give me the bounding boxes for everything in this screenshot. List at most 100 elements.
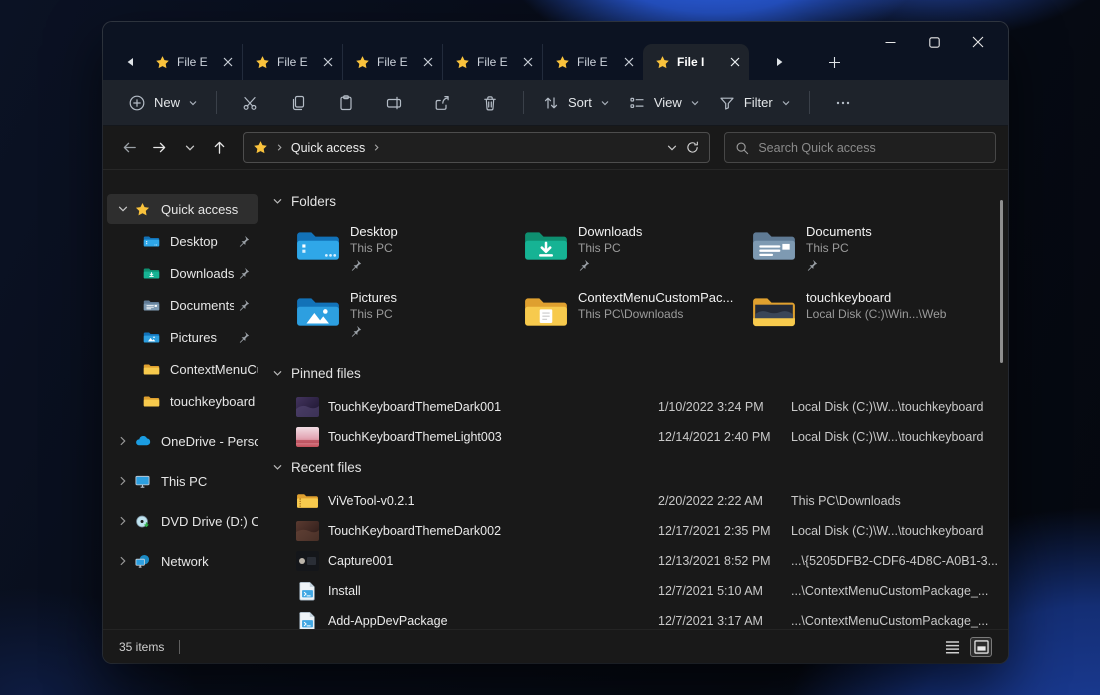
section-title: Folders (291, 194, 336, 209)
tab-close-button[interactable] (319, 54, 336, 71)
tab-close-button[interactable] (519, 54, 536, 71)
file-location: ...\ContextMenuCustomPackage_... (791, 584, 1008, 598)
new-tab-button[interactable] (817, 44, 851, 80)
file-row-install[interactable]: Install 12/7/2021 5:10 AM ...\ContextMen… (272, 576, 1008, 606)
sidebar-item-label: Quick access (161, 202, 258, 217)
tab-strip-spacer (749, 44, 767, 80)
tile-name: Desktop (350, 224, 398, 239)
minimize-icon (885, 37, 896, 48)
recent-locations-button[interactable] (175, 133, 205, 163)
tile-name: touchkeyboard (806, 290, 946, 305)
folder-tile-desktop[interactable]: Desktop This PC (295, 224, 523, 286)
window-controls (868, 27, 1000, 57)
folder-tile-documents[interactable]: Documents This PC (751, 224, 979, 286)
sidebar-item-contextmenucust[interactable]: ContextMenuCust (107, 354, 258, 384)
folder-tile-contextmenucustompackage[interactable]: ContextMenuCustomPac... This PC\Download… (523, 290, 751, 352)
tab-close-button[interactable] (219, 54, 236, 71)
file-location: Local Disk (C:)\W...\touchkeyboard (791, 430, 1008, 444)
navigation-bar: Quick access (103, 126, 1008, 170)
powershell-script-icon (296, 581, 319, 601)
tab-scroll-right-button[interactable] (767, 44, 793, 80)
tile-location: This PC\Downloads (578, 307, 733, 321)
tab-close-button[interactable] (620, 54, 637, 71)
vertical-scrollbar[interactable] (1000, 200, 1003, 363)
powershell-script-icon (296, 611, 319, 629)
breadcrumb-quick-access[interactable]: Quick access (291, 141, 365, 155)
sidebar-item-label: Network (161, 554, 258, 569)
documents-folder-icon (751, 227, 797, 265)
tab-file-explorer-5[interactable]: File E (543, 44, 643, 80)
delete-button[interactable] (466, 87, 514, 119)
section-header-pinned-files[interactable]: Pinned files (272, 362, 1008, 384)
tab-file-explorer-1[interactable]: File E (143, 44, 243, 80)
network-icon (134, 554, 151, 569)
large-icons-view-button[interactable] (970, 637, 992, 657)
file-row-add-appdevpackage[interactable]: Add-AppDevPackage 12/7/2021 3:17 AM ...\… (272, 606, 1008, 629)
file-name: TouchKeyboardThemeLight003 (328, 430, 658, 444)
up-button[interactable] (205, 133, 235, 163)
chevron-right-icon (116, 474, 130, 488)
folder-tile-downloads[interactable]: Downloads This PC (523, 224, 751, 286)
folder-tile-touchkeyboard[interactable]: touchkeyboard Local Disk (C:)\Win...\Web (751, 290, 979, 352)
file-row-vivetool[interactable]: ViVeTool-v0.2.1 2/20/2022 2:22 AM This P… (272, 486, 1008, 516)
section-header-recent-files[interactable]: Recent files (272, 456, 1008, 478)
paste-button[interactable] (322, 87, 370, 119)
maximize-button[interactable] (912, 27, 956, 57)
filter-button[interactable]: Filter (709, 87, 800, 119)
search-input[interactable] (758, 141, 985, 155)
file-row-capture001[interactable]: Capture001 12/13/2021 8:52 PM ...\{5205D… (272, 546, 1008, 576)
refresh-icon[interactable] (685, 140, 700, 155)
sidebar-item-touchkeyboard[interactable]: touchkeyboard (107, 386, 258, 416)
details-view-button[interactable] (941, 637, 963, 657)
folder-tile-pictures[interactable]: Pictures This PC (295, 290, 523, 352)
see-more-button[interactable] (819, 87, 867, 119)
new-button[interactable]: New (119, 87, 207, 119)
tab-file-explorer-4[interactable]: File E (443, 44, 543, 80)
file-location: Local Disk (C:)\W...\touchkeyboard (791, 524, 1008, 538)
sidebar-item-dvd-drive[interactable]: DVD Drive (D:) CCCO (107, 506, 258, 536)
star-icon (253, 140, 268, 155)
paste-icon (337, 94, 355, 112)
search-box[interactable] (724, 132, 996, 163)
tab-close-button[interactable] (726, 54, 743, 71)
tab-scroll-left-button[interactable] (117, 44, 143, 80)
minimize-button[interactable] (868, 27, 912, 57)
tab-file-explorer-3[interactable]: File E (343, 44, 443, 80)
desktop-folder-icon (295, 227, 341, 265)
share-button[interactable] (418, 87, 466, 119)
sidebar-item-pictures[interactable]: Pictures (107, 322, 258, 352)
rename-button[interactable] (370, 87, 418, 119)
status-divider (179, 640, 180, 654)
share-icon (433, 94, 451, 112)
close-icon (523, 57, 533, 67)
cut-button[interactable] (226, 87, 274, 119)
tab-file-explorer-active[interactable]: File I (643, 44, 749, 80)
forward-button[interactable] (145, 133, 175, 163)
tab-close-button[interactable] (419, 54, 436, 71)
file-location: Local Disk (C:)\W...\touchkeyboard (791, 400, 1008, 414)
sidebar-item-desktop[interactable]: Desktop (107, 226, 258, 256)
back-button[interactable] (115, 133, 145, 163)
sidebar-item-network[interactable]: Network (107, 546, 258, 576)
tile-text: Desktop This PC (350, 224, 398, 286)
cut-icon (241, 94, 259, 112)
copy-button[interactable] (274, 87, 322, 119)
close-window-button[interactable] (956, 27, 1000, 57)
content-area: Quick access Desktop Downloads Documents… (103, 170, 1008, 629)
sidebar-item-downloads[interactable]: Downloads (107, 258, 258, 288)
address-bar[interactable]: Quick access (243, 132, 710, 163)
tile-text: Documents This PC (806, 224, 872, 286)
sidebar-item-onedrive[interactable]: OneDrive - Personal (107, 426, 258, 456)
pinned-files-list: TouchKeyboardThemeDark001 1/10/2022 3:24… (272, 392, 1008, 452)
sort-button[interactable]: Sort (533, 87, 619, 119)
file-row-touchkeyboardthemelight003[interactable]: TouchKeyboardThemeLight003 12/14/2021 2:… (272, 422, 1008, 452)
address-dropdown-icon[interactable] (666, 142, 678, 154)
file-row-touchkeyboardthemedark001[interactable]: TouchKeyboardThemeDark001 1/10/2022 3:24… (272, 392, 1008, 422)
sidebar-item-quick-access[interactable]: Quick access (107, 194, 258, 224)
view-button[interactable]: View (619, 87, 709, 119)
sidebar-item-documents[interactable]: Documents (107, 290, 258, 320)
tab-file-explorer-2[interactable]: File E (243, 44, 343, 80)
section-header-folders[interactable]: Folders (272, 190, 1008, 212)
file-row-touchkeyboardthemedark002[interactable]: TouchKeyboardThemeDark002 12/17/2021 2:3… (272, 516, 1008, 546)
sidebar-item-this-pc[interactable]: This PC (107, 466, 258, 496)
